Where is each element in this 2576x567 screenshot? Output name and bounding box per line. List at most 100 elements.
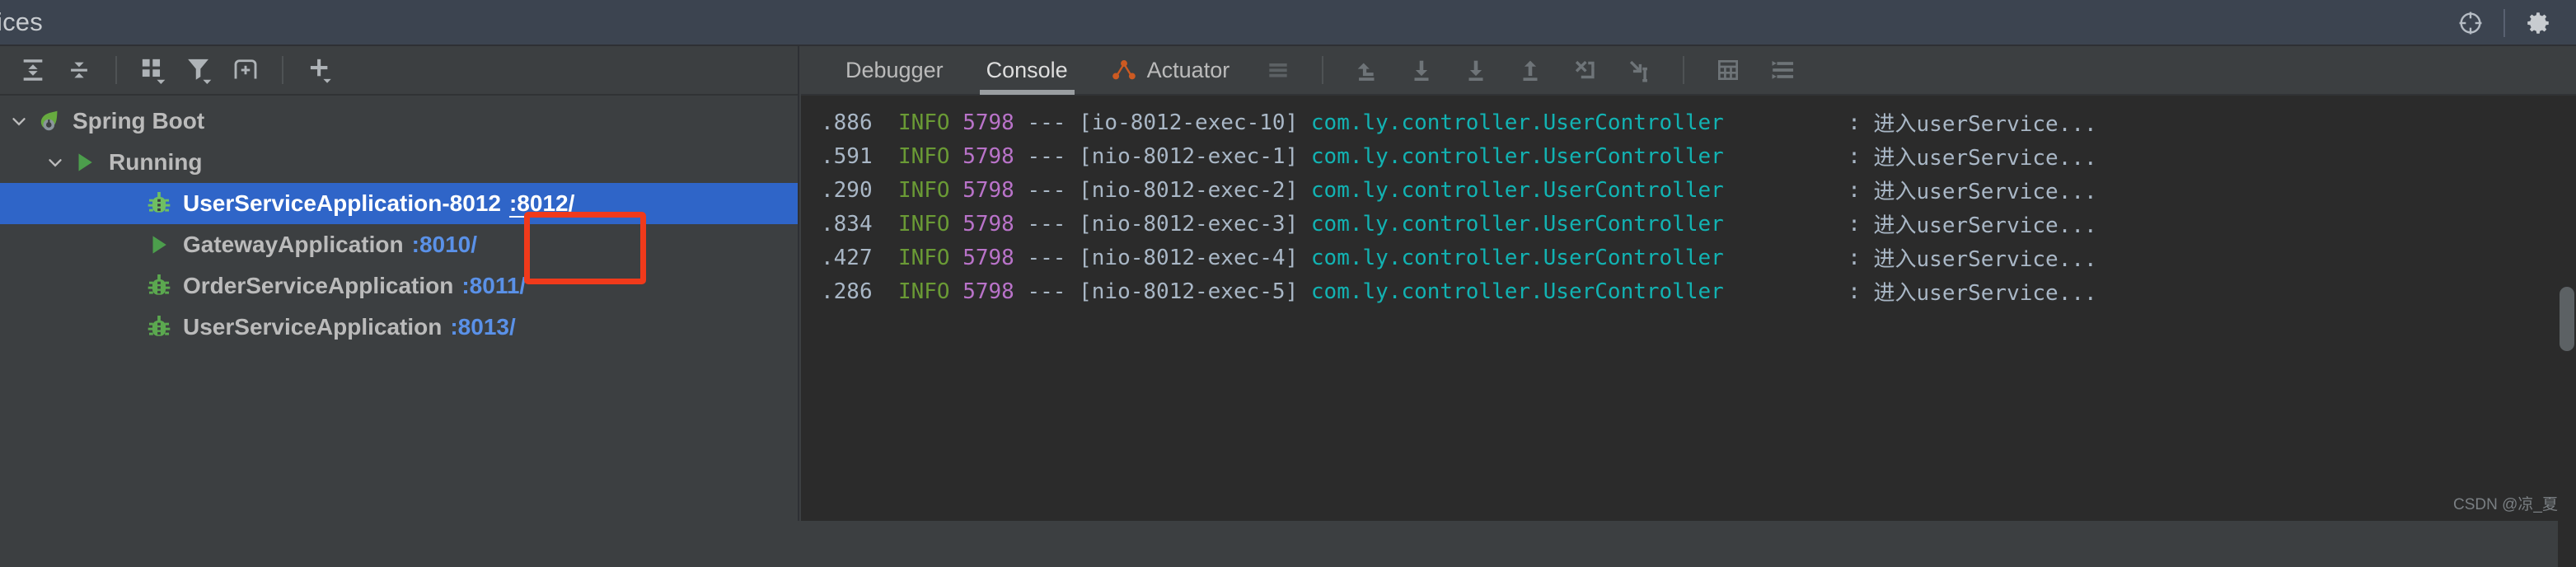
log-line: .286 INFO 5798 --- [nio-8012-exec-5] com… [801,274,2576,308]
log-logger: com.ly.controller.UserController [1311,279,1822,304]
tab-debugger-label: Debugger [845,58,944,83]
force-step-into-icon[interactable] [1557,45,1612,95]
tree-row[interactable]: Spring Boot [0,101,798,142]
step-out-icon[interactable] [1503,45,1557,95]
locate-icon[interactable] [2447,0,2494,46]
log-timestamp: .591 [821,144,873,169]
collapse-all-icon[interactable] [56,47,102,93]
log-pid: 5798 [962,110,1014,135]
service-port-link[interactable]: :8013/ [450,314,515,340]
step-over-icon[interactable] [1394,45,1449,95]
actuator-graph-icon [1111,58,1137,82]
log-spacer [1014,246,1028,270]
chevron-down-icon[interactable] [41,148,69,176]
log-spacer [1861,178,1874,203]
log-separator: : [1848,178,1861,203]
service-port-link[interactable]: :8012/ [509,190,574,217]
tree-row[interactable]: OrderServiceApplication :8011/ [0,265,798,307]
log-spacer [1066,144,1079,169]
window-actions [2447,0,2561,46]
log-message: 进入userService... [1874,107,2097,138]
log-timestamp: .834 [821,212,873,237]
spring-boot-icon [33,105,64,137]
step-into-icon[interactable] [1449,45,1503,95]
log-spacer [950,178,963,203]
log-spacer [1066,178,1079,203]
log-thread: [nio-8012-exec-2] [1079,178,1298,203]
toolbar-divider [1322,56,1323,84]
log-spacer [1298,246,1311,270]
console-log-area[interactable]: .886 INFO 5798 --- [io-8012-exec-10] com… [801,96,2576,519]
group-by-icon[interactable] [130,47,176,93]
log-logger: com.ly.controller.UserController [1311,110,1822,135]
run-triangle-icon [143,229,175,260]
log-level: INFO [898,212,950,237]
log-line: .427 INFO 5798 --- [nio-8012-exec-4] com… [801,241,2576,274]
settings-list-icon[interactable] [1755,45,1810,95]
service-port-link[interactable]: :8010/ [412,232,477,258]
toolbar-divider [1683,56,1684,84]
add-tab-icon[interactable] [222,47,269,93]
tree-row-label: Spring Boot [73,108,204,134]
log-spacer [1822,279,1848,304]
tree-row[interactable]: UserServiceApplication-8012:8012/ [0,183,798,224]
log-spacer [1822,246,1848,270]
tree-spacer [115,272,143,300]
log-spacer [1014,178,1028,203]
log-timestamp: .427 [821,246,873,270]
log-spacer [950,144,963,169]
debug-bug-icon [143,270,175,302]
log-spacer [950,110,963,135]
log-line: .834 INFO 5798 --- [nio-8012-exec-3] com… [801,207,2576,241]
console-scrollbar[interactable] [2558,97,2576,567]
log-dashes: --- [1028,279,1066,304]
expand-all-icon[interactable] [10,47,56,93]
log-line: .591 INFO 5798 --- [nio-8012-exec-1] com… [801,139,2576,173]
log-dashes: --- [1028,178,1066,203]
log-spacer [873,110,898,135]
show-execution-point-icon[interactable] [1340,45,1394,95]
log-pid: 5798 [962,212,1014,237]
log-pid: 5798 [962,246,1014,270]
soft-wrap-icon[interactable] [1251,45,1305,95]
evaluate-expression-icon[interactable] [1701,45,1755,95]
log-separator: : [1848,279,1861,304]
run-to-cursor-icon[interactable] [1612,45,1666,95]
log-spacer [1822,212,1848,237]
tree-spacer [115,313,143,341]
log-spacer [1066,279,1079,304]
tree-row[interactable]: GatewayApplication :8010/ [0,224,798,265]
log-message: 进入userService... [1874,175,2097,205]
tab-console[interactable]: Console [965,45,1089,95]
log-thread: [nio-8012-exec-4] [1079,246,1298,270]
add-service-icon[interactable] [297,47,343,93]
tab-debugger[interactable]: Debugger [824,45,965,95]
log-line: .886 INFO 5798 --- [io-8012-exec-10] com… [801,105,2576,139]
tab-actuator-label: Actuator [1147,58,1230,83]
settings-gear-icon[interactable] [2515,0,2561,46]
log-spacer [950,212,963,237]
log-spacer [1066,212,1079,237]
log-message: 进入userService... [1874,141,2097,171]
scrollbar-thumb[interactable] [2560,287,2574,351]
service-port-link[interactable]: :8011/ [461,273,526,299]
log-separator: : [1848,144,1861,169]
tree-row[interactable]: Running [0,142,798,183]
tab-actuator[interactable]: Actuator [1089,45,1252,95]
log-spacer [1066,246,1079,270]
debug-bug-icon [143,188,175,219]
log-level: INFO [898,144,950,169]
tree-row[interactable]: UserServiceApplication :8013/ [0,307,798,348]
tree-row-label: UserServiceApplication [183,314,442,340]
log-logger: com.ly.controller.UserController [1311,178,1822,203]
chevron-down-icon[interactable] [5,107,33,135]
log-spacer [1822,110,1848,135]
tree-row-label: OrderServiceApplication [183,273,453,299]
log-dashes: --- [1028,144,1066,169]
filter-icon[interactable] [176,47,222,93]
tree-row-label: GatewayApplication [183,232,404,258]
log-spacer [873,246,898,270]
services-tree: Spring BootRunningUserServiceApplication… [0,96,798,348]
log-level: INFO [898,246,950,270]
debug-bug-icon [143,312,175,343]
